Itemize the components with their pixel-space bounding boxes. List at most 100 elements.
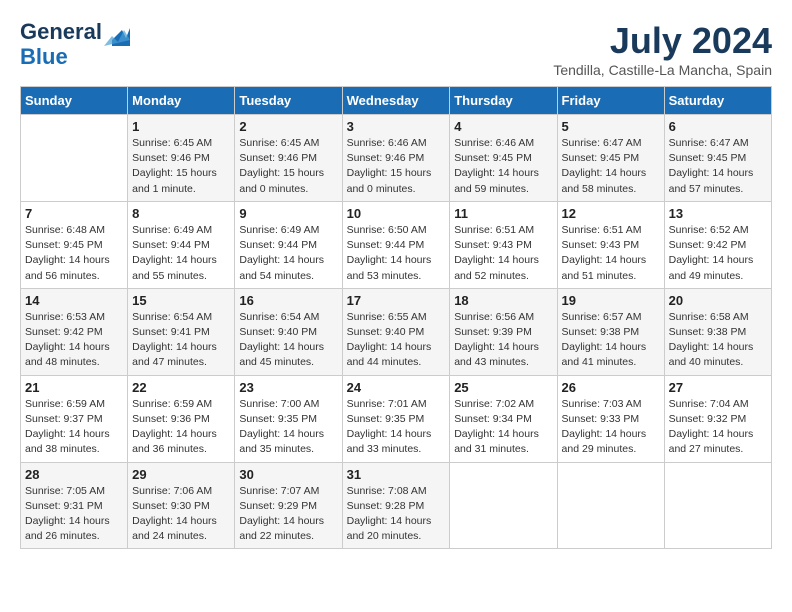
day-cell: 19 Sunrise: 6:57 AMSunset: 9:38 PMDayligh… xyxy=(557,288,664,375)
day-number: 14 xyxy=(25,293,123,308)
day-cell: 5 Sunrise: 6:47 AMSunset: 9:45 PMDaylight… xyxy=(557,115,664,202)
day-cell: 6 Sunrise: 6:47 AMSunset: 9:45 PMDaylight… xyxy=(664,115,771,202)
day-info: Sunrise: 7:07 AMSunset: 9:29 PMDaylight:… xyxy=(239,484,337,545)
day-info: Sunrise: 6:46 AMSunset: 9:45 PMDaylight:… xyxy=(454,136,552,197)
day-info: Sunrise: 6:59 AMSunset: 9:36 PMDaylight:… xyxy=(132,397,230,458)
column-header-thursday: Thursday xyxy=(450,87,557,115)
day-info: Sunrise: 6:54 AMSunset: 9:41 PMDaylight:… xyxy=(132,310,230,371)
day-cell xyxy=(21,115,128,202)
day-number: 11 xyxy=(454,206,552,221)
day-number: 23 xyxy=(239,380,337,395)
day-info: Sunrise: 6:51 AMSunset: 9:43 PMDaylight:… xyxy=(562,223,660,284)
day-number: 27 xyxy=(669,380,767,395)
column-header-monday: Monday xyxy=(128,87,235,115)
day-cell: 24 Sunrise: 7:01 AMSunset: 9:35 PMDayligh… xyxy=(342,375,450,462)
day-info: Sunrise: 6:54 AMSunset: 9:40 PMDaylight:… xyxy=(239,310,337,371)
day-cell: 21Sunrise: 6:59 AMSunset: 9:37 PMDayligh… xyxy=(21,375,128,462)
week-row-5: 28 Sunrise: 7:05 AMSunset: 9:31 PMDayligh… xyxy=(21,462,772,549)
logo-blue: Blue xyxy=(20,46,130,68)
day-number: 22 xyxy=(132,380,230,395)
day-info: Sunrise: 7:00 AMSunset: 9:35 PMDaylight:… xyxy=(239,397,337,458)
day-cell: 13Sunrise: 6:52 AMSunset: 9:42 PMDayligh… xyxy=(664,201,771,288)
day-number: 5 xyxy=(562,119,660,134)
day-info: Sunrise: 7:01 AMSunset: 9:35 PMDaylight:… xyxy=(347,397,446,458)
day-cell: 11 Sunrise: 6:51 AMSunset: 9:43 PMDayligh… xyxy=(450,201,557,288)
day-number: 26 xyxy=(562,380,660,395)
day-cell: 14 Sunrise: 6:53 AMSunset: 9:42 PMDayligh… xyxy=(21,288,128,375)
logo-icon xyxy=(104,20,130,46)
day-info: Sunrise: 7:04 AMSunset: 9:32 PMDaylight:… xyxy=(669,397,767,458)
column-header-friday: Friday xyxy=(557,87,664,115)
day-info: Sunrise: 6:51 AMSunset: 9:43 PMDaylight:… xyxy=(454,223,552,284)
day-number: 17 xyxy=(347,293,446,308)
day-number: 28 xyxy=(25,467,123,482)
day-cell: 22 Sunrise: 6:59 AMSunset: 9:36 PMDayligh… xyxy=(128,375,235,462)
day-info: Sunrise: 6:49 AMSunset: 9:44 PMDaylight:… xyxy=(132,223,230,284)
day-number: 10 xyxy=(347,206,446,221)
day-cell: 12 Sunrise: 6:51 AMSunset: 9:43 PMDayligh… xyxy=(557,201,664,288)
day-cell: 8Sunrise: 6:49 AMSunset: 9:44 PMDaylight… xyxy=(128,201,235,288)
day-cell: 30Sunrise: 7:07 AMSunset: 9:29 PMDayligh… xyxy=(235,462,342,549)
day-number: 24 xyxy=(347,380,446,395)
column-header-sunday: Sunday xyxy=(21,87,128,115)
day-cell: 28 Sunrise: 7:05 AMSunset: 9:31 PMDayligh… xyxy=(21,462,128,549)
day-number: 7 xyxy=(25,206,123,221)
day-cell: 17 Sunrise: 6:55 AMSunset: 9:40 PMDayligh… xyxy=(342,288,450,375)
day-info: Sunrise: 6:53 AMSunset: 9:42 PMDaylight:… xyxy=(25,310,123,371)
day-cell: 25Sunrise: 7:02 AMSunset: 9:34 PMDayligh… xyxy=(450,375,557,462)
day-cell: 4 Sunrise: 6:46 AMSunset: 9:45 PMDaylight… xyxy=(450,115,557,202)
day-cell: 18Sunrise: 6:56 AMSunset: 9:39 PMDayligh… xyxy=(450,288,557,375)
day-number: 2 xyxy=(239,119,337,134)
day-info: Sunrise: 6:55 AMSunset: 9:40 PMDaylight:… xyxy=(347,310,446,371)
month-title: July 2024 xyxy=(553,20,772,62)
day-cell xyxy=(664,462,771,549)
week-row-3: 14 Sunrise: 6:53 AMSunset: 9:42 PMDayligh… xyxy=(21,288,772,375)
day-number: 9 xyxy=(239,206,337,221)
day-number: 1 xyxy=(132,119,230,134)
day-info: Sunrise: 6:59 AMSunset: 9:37 PMDaylight:… xyxy=(25,397,123,458)
day-info: Sunrise: 7:02 AMSunset: 9:34 PMDaylight:… xyxy=(454,397,552,458)
day-info: Sunrise: 6:49 AMSunset: 9:44 PMDaylight:… xyxy=(239,223,337,284)
day-number: 19 xyxy=(562,293,660,308)
calendar-table: SundayMondayTuesdayWednesdayThursdayFrid… xyxy=(20,86,772,549)
logo-text: General xyxy=(20,20,130,46)
column-header-tuesday: Tuesday xyxy=(235,87,342,115)
day-number: 4 xyxy=(454,119,552,134)
day-info: Sunrise: 7:03 AMSunset: 9:33 PMDaylight:… xyxy=(562,397,660,458)
day-cell: 3Sunrise: 6:46 AMSunset: 9:46 PMDaylight… xyxy=(342,115,450,202)
column-header-saturday: Saturday xyxy=(664,87,771,115)
day-number: 29 xyxy=(132,467,230,482)
week-row-2: 7 Sunrise: 6:48 AMSunset: 9:45 PMDaylight… xyxy=(21,201,772,288)
day-info: Sunrise: 6:45 AMSunset: 9:46 PMDaylight:… xyxy=(239,136,337,197)
day-info: Sunrise: 7:05 AMSunset: 9:31 PMDaylight:… xyxy=(25,484,123,545)
day-number: 6 xyxy=(669,119,767,134)
day-cell: 23 Sunrise: 7:00 AMSunset: 9:35 PMDayligh… xyxy=(235,375,342,462)
day-info: Sunrise: 6:50 AMSunset: 9:44 PMDaylight:… xyxy=(347,223,446,284)
day-cell: 16 Sunrise: 6:54 AMSunset: 9:40 PMDayligh… xyxy=(235,288,342,375)
title-block: July 2024 Tendilla, Castille-La Mancha, … xyxy=(553,20,772,78)
day-cell: 10 Sunrise: 6:50 AMSunset: 9:44 PMDayligh… xyxy=(342,201,450,288)
day-info: Sunrise: 6:47 AMSunset: 9:45 PMDaylight:… xyxy=(562,136,660,197)
day-info: Sunrise: 6:48 AMSunset: 9:45 PMDaylight:… xyxy=(25,223,123,284)
day-info: Sunrise: 6:45 AMSunset: 9:46 PMDaylight:… xyxy=(132,136,230,197)
day-cell: 7 Sunrise: 6:48 AMSunset: 9:45 PMDaylight… xyxy=(21,201,128,288)
day-cell: 15Sunrise: 6:54 AMSunset: 9:41 PMDayligh… xyxy=(128,288,235,375)
day-number: 16 xyxy=(239,293,337,308)
week-row-1: 1 Sunrise: 6:45 AMSunset: 9:46 PMDaylight… xyxy=(21,115,772,202)
day-cell xyxy=(450,462,557,549)
day-cell: 9 Sunrise: 6:49 AMSunset: 9:44 PMDaylight… xyxy=(235,201,342,288)
location: Tendilla, Castille-La Mancha, Spain xyxy=(553,62,772,78)
day-cell: 2 Sunrise: 6:45 AMSunset: 9:46 PMDaylight… xyxy=(235,115,342,202)
day-info: Sunrise: 6:57 AMSunset: 9:38 PMDaylight:… xyxy=(562,310,660,371)
day-cell: 31Sunrise: 7:08 AMSunset: 9:28 PMDayligh… xyxy=(342,462,450,549)
day-cell: 20Sunrise: 6:58 AMSunset: 9:38 PMDayligh… xyxy=(664,288,771,375)
day-number: 20 xyxy=(669,293,767,308)
day-number: 31 xyxy=(347,467,446,482)
day-number: 3 xyxy=(347,119,446,134)
day-info: Sunrise: 6:52 AMSunset: 9:42 PMDaylight:… xyxy=(669,223,767,284)
day-info: Sunrise: 6:47 AMSunset: 9:45 PMDaylight:… xyxy=(669,136,767,197)
day-cell: 29Sunrise: 7:06 AMSunset: 9:30 PMDayligh… xyxy=(128,462,235,549)
day-number: 12 xyxy=(562,206,660,221)
day-cell: 27 Sunrise: 7:04 AMSunset: 9:32 PMDayligh… xyxy=(664,375,771,462)
day-number: 18 xyxy=(454,293,552,308)
